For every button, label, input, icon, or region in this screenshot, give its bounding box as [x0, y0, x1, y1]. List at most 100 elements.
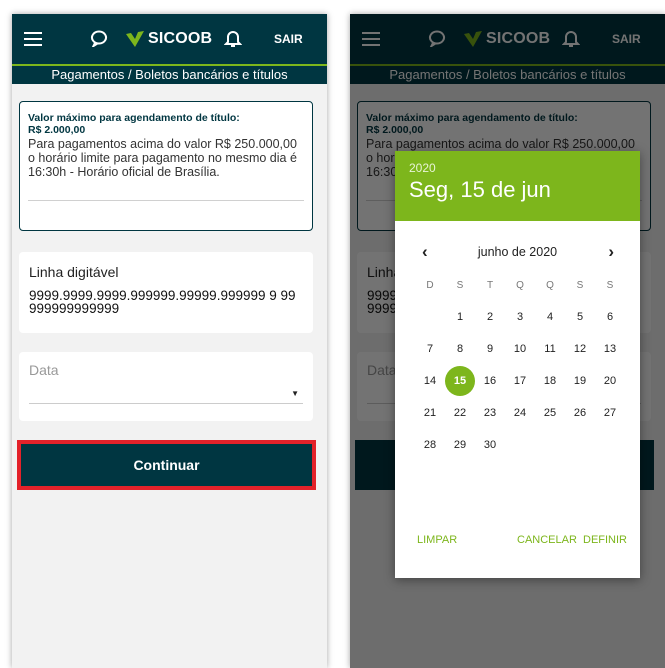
calendar-day-label: 22 — [453, 407, 467, 419]
menu-icon[interactable] — [24, 32, 42, 46]
cancel-button[interactable]: CANCELAR — [517, 534, 577, 546]
info-card: Valor máximo para agendamento de título:… — [19, 101, 313, 231]
calendar-day[interactable]: 7 — [415, 343, 445, 355]
calendar-day-label: 10 — [513, 343, 527, 355]
calendar-day-label: 16 — [483, 375, 497, 387]
date-select[interactable]: Data ▼ — [19, 352, 313, 421]
date-label: Data — [29, 362, 59, 378]
calendar-day-label: 11 — [544, 343, 556, 355]
chat-icon[interactable] — [90, 30, 108, 47]
calendar-day[interactable]: 20 — [595, 375, 625, 387]
sicoob-logo: SICOOB — [124, 26, 212, 52]
calendar-day[interactable]: 5 — [565, 311, 595, 323]
calendar-week: 28 29 30 — [415, 429, 625, 461]
calendar-day[interactable]: 3 — [505, 311, 535, 323]
calendar-day-label: 7 — [426, 343, 434, 355]
weekday-label: Q — [546, 279, 554, 291]
calendar-day-label: 9 — [486, 343, 494, 355]
weekday-label: T — [486, 279, 494, 291]
chevron-right-icon[interactable]: › — [608, 242, 614, 262]
calendar-grid: D S T Q Q S S 1 2 3 4 5 6 7 8 9 10 11 12 13 14 15 16 17 18 19 20 21… — [415, 275, 625, 461]
calendar-day-label: 14 — [423, 375, 437, 387]
calendar-day-label: 24 — [513, 407, 527, 419]
calendar-day[interactable]: 19 — [565, 375, 595, 387]
calendar-day-label: 17 — [513, 375, 527, 387]
calendar-week: 14 15 16 17 18 19 20 — [415, 365, 625, 397]
calendar-day[interactable]: 21 — [415, 407, 445, 419]
calendar-day[interactable]: 23 — [475, 407, 505, 419]
info-max-value: R$ 2.000,00 — [28, 124, 86, 136]
weekday-label: D — [426, 279, 434, 291]
calendar-day-selected[interactable]: 15 — [445, 366, 475, 396]
calendar-day-label: 6 — [606, 311, 614, 323]
calendar-day[interactable]: 22 — [445, 407, 475, 419]
calendar-day[interactable]: 18 — [535, 375, 565, 387]
weekday-label: Q — [516, 279, 524, 291]
calendar-day[interactable]: 8 — [445, 343, 475, 355]
phone-screen-payment-form: SICOOB SAIR Pagamentos / Boletos bancári… — [12, 14, 327, 668]
continue-button[interactable]: Continuar — [17, 440, 316, 490]
calendar-day-label: 23 — [483, 407, 497, 419]
continue-button-label: Continuar — [133, 457, 200, 473]
info-title: Valor máximo para agendamento de título: — [28, 112, 240, 124]
calendar-week: 1 2 3 4 5 6 — [415, 301, 625, 333]
calendar-day-label: 29 — [453, 439, 467, 451]
month-navigation: ‹ junho de 2020 › — [395, 242, 640, 263]
breadcrumb: Pagamentos / Boletos bancários e títulos — [12, 64, 327, 84]
calendar-day[interactable]: 26 — [565, 407, 595, 419]
weekday-label: S — [576, 279, 584, 291]
calendar-day[interactable]: 30 — [475, 439, 505, 451]
date-picker-actions: LIMPAR CANCELAR DEFINIR — [395, 534, 640, 554]
calendar-day-label: 20 — [603, 375, 617, 387]
calendar-day[interactable]: 29 — [445, 439, 475, 451]
calendar-day[interactable]: 11 — [535, 343, 565, 355]
calendar-day-label: 8 — [456, 343, 464, 355]
linha-digitavel-label: Linha digitável — [29, 264, 119, 280]
calendar-day-label: 4 — [546, 311, 554, 323]
linha-digitavel-field[interactable]: Linha digitável 9999.9999.9999.999999.99… — [19, 252, 313, 333]
clear-button[interactable]: LIMPAR — [417, 534, 457, 546]
dropdown-arrow-icon[interactable]: ▼ — [291, 389, 299, 398]
calendar-day[interactable]: 1 — [445, 311, 475, 323]
calendar-day[interactable]: 28 — [415, 439, 445, 451]
calendar-day[interactable]: 4 — [535, 311, 565, 323]
calendar-day[interactable]: 27 — [595, 407, 625, 419]
brand-name: SICOOB — [148, 30, 213, 47]
calendar-day[interactable]: 6 — [595, 311, 625, 323]
phone-screen-datepicker: SICOOB SAIR Pagamentos / Boletos bancári… — [350, 14, 665, 668]
calendar-day[interactable]: 16 — [475, 375, 505, 387]
set-button[interactable]: DEFINIR — [583, 534, 627, 546]
calendar-day-label: 1 — [456, 311, 464, 323]
date-picker-selected-date: Seg, 15 de jun — [409, 177, 551, 202]
calendar-day[interactable]: 13 — [595, 343, 625, 355]
linha-digitavel-value[interactable]: 9999.9999.9999.999999.99999.999999 9 999… — [29, 289, 303, 316]
calendar-day[interactable]: 14 — [415, 375, 445, 387]
date-picker-year[interactable]: 2020 — [409, 161, 626, 175]
logout-button[interactable]: SAIR — [274, 32, 303, 46]
calendar-day-label: 12 — [573, 343, 587, 355]
calendar-day-label: 25 — [543, 407, 557, 419]
month-title: junho de 2020 — [477, 245, 558, 259]
calendar-day-label: 27 — [603, 407, 617, 419]
calendar-day[interactable]: 12 — [565, 343, 595, 355]
calendar-day-label: 18 — [543, 375, 557, 387]
calendar-day[interactable]: 24 — [505, 407, 535, 419]
calendar-day-label: 26 — [573, 407, 587, 419]
calendar-day[interactable]: 9 — [475, 343, 505, 355]
calendar-day[interactable]: 10 — [505, 343, 535, 355]
bell-icon[interactable] — [224, 29, 242, 48]
divider — [28, 200, 304, 201]
weekday-header: DSTQQSS — [415, 275, 625, 295]
calendar-day[interactable]: 25 — [535, 407, 565, 419]
calendar-day[interactable]: 2 — [475, 311, 505, 323]
date-picker-header: 2020 Seg, 15 de jun — [395, 151, 640, 221]
calendar-day-label: 13 — [603, 343, 617, 355]
date-picker-dialog: 2020 Seg, 15 de jun ‹ junho de 2020 › D S… — [395, 151, 640, 578]
info-text: Para pagamentos acima do valor R$ 250.00… — [28, 137, 297, 179]
top-app-bar: SICOOB SAIR — [12, 14, 327, 64]
calendar-week: 7 8 9 10 11 12 13 — [415, 333, 625, 365]
calendar-day-label: 5 — [576, 311, 584, 323]
calendar-day-label: 30 — [483, 439, 497, 451]
date-underline — [29, 403, 303, 404]
calendar-day[interactable]: 17 — [505, 375, 535, 387]
